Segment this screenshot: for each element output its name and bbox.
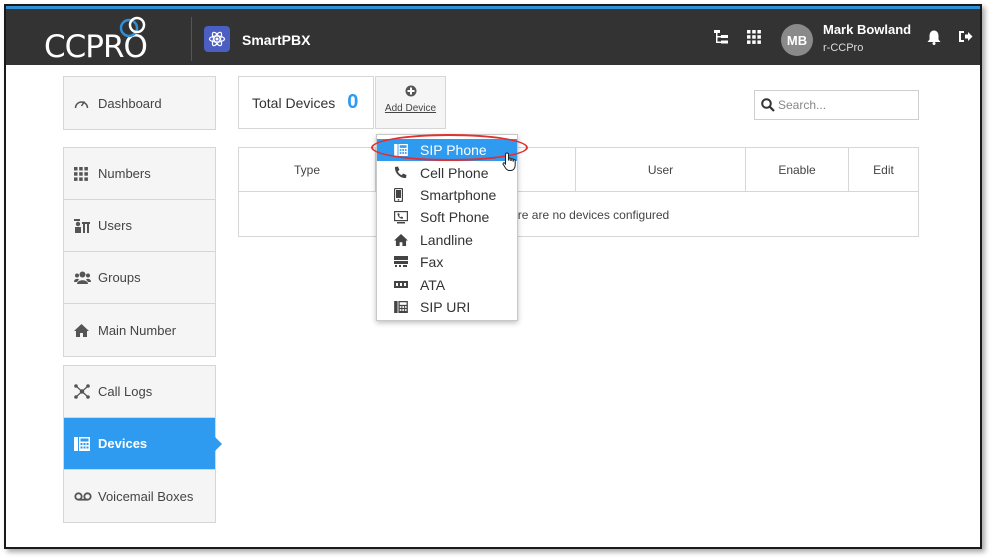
sidebar-item-main-number[interactable]: Main Number	[64, 304, 215, 356]
sidebar-item-call-logs[interactable]: Call Logs	[64, 366, 215, 418]
sip-uri-icon	[394, 300, 420, 313]
sidebar-item-label: Main Number	[98, 322, 177, 338]
column-type[interactable]: Type	[239, 148, 376, 191]
voicemail-icon	[74, 491, 96, 501]
group-icon	[74, 271, 96, 284]
bell-icon[interactable]	[927, 30, 941, 45]
sidebar-group-devices: Call Logs Devices Voicemail Boxes	[63, 365, 222, 523]
gauge-icon	[74, 97, 96, 110]
app-window: CCPRO SmartPBX MB Mark Bowland r-CCPro D…	[4, 4, 982, 549]
sidebar-item-label: Users	[98, 218, 132, 233]
logo-rings-icon	[119, 16, 146, 38]
sidebar-item-label: Numbers	[98, 166, 151, 181]
soft-phone-icon	[394, 210, 420, 224]
logout-icon[interactable]	[959, 30, 973, 43]
header-divider	[191, 17, 192, 61]
app-name[interactable]: SmartPBX	[242, 32, 310, 48]
sidebar-item-label: Call Logs	[98, 384, 153, 399]
menu-item-label: Fax	[420, 254, 444, 271]
total-devices-box: Total Devices 0	[238, 76, 374, 129]
table-header: Type ss User Enable Edit	[239, 148, 918, 192]
sidebar-item-label: Dashboard	[98, 95, 162, 111]
column-user[interactable]: User	[576, 148, 746, 191]
search-icon	[761, 98, 775, 112]
phone-handset-icon	[394, 166, 420, 179]
sidebar-item-users[interactable]: Users	[64, 200, 215, 252]
user-org: r-CCPro	[823, 42, 864, 54]
menu-item-smartphone[interactable]: Smartphone	[377, 184, 517, 206]
menu-item-landline[interactable]: Landline	[377, 229, 517, 251]
sidebar-item-label: Groups	[98, 270, 141, 285]
apps-grid-icon[interactable]	[747, 30, 761, 44]
sidebar-item-devices[interactable]: Devices	[64, 418, 222, 470]
fax-icon	[394, 256, 420, 268]
atom-icon[interactable]	[204, 26, 230, 52]
sidebar-item-label: Voicemail Boxes	[98, 488, 194, 504]
column-enable[interactable]: Enable	[746, 148, 849, 191]
menu-item-label: Smartphone	[420, 186, 497, 203]
sidebar-item-numbers[interactable]: Numbers	[64, 148, 215, 200]
sidebar-item-label: Devices	[98, 436, 148, 451]
menu-item-fax[interactable]: Fax	[377, 251, 517, 273]
user-name[interactable]: Mark Bowland	[823, 22, 911, 37]
add-device-button[interactable]: Add Device	[375, 76, 446, 129]
hand-cursor-icon	[502, 152, 516, 171]
smartphone-icon	[394, 187, 420, 202]
search-placeholder: Search...	[778, 98, 827, 112]
grid-icon	[74, 166, 96, 181]
add-device-label: Add Device	[384, 103, 437, 114]
ata-icon	[394, 281, 420, 289]
add-device-menu: SIP Phone Cell Phone Smartphone Soft Pho…	[376, 134, 518, 321]
menu-item-label: ATA	[420, 276, 446, 293]
menu-item-sip-uri[interactable]: SIP URI	[377, 296, 517, 318]
sip-phone-icon	[74, 436, 96, 451]
hierarchy-icon[interactable]	[714, 30, 728, 45]
devices-table: Type ss User Enable Edit re are no devic…	[238, 147, 919, 237]
menu-item-label: Landline	[420, 231, 473, 248]
avatar[interactable]: MB	[781, 24, 813, 56]
menu-item-soft-phone[interactable]: Soft Phone	[377, 206, 517, 228]
menu-item-label: SIP URI	[420, 298, 471, 315]
sidebar-group-dashboard: Dashboard	[63, 76, 216, 130]
menu-item-label: Soft Phone	[420, 209, 490, 226]
empty-table-message: re are no devices configured	[517, 207, 670, 222]
ccpro-logo[interactable]: CCPRO	[44, 15, 154, 65]
menu-item-ata[interactable]: ATA	[377, 273, 517, 295]
menu-item-label: Cell Phone	[420, 164, 489, 181]
sidebar-item-dashboard[interactable]: Dashboard	[64, 77, 215, 129]
search-input[interactable]: Search...	[754, 90, 919, 120]
sidebar-group-main: Numbers Users Groups Main Number	[63, 147, 216, 357]
sidebar-item-groups[interactable]: Groups	[64, 252, 215, 304]
total-devices-count: 0	[347, 91, 359, 113]
home-icon	[394, 233, 420, 246]
menu-item-cell-phone[interactable]: Cell Phone	[377, 161, 517, 183]
plus-circle-icon	[405, 85, 416, 97]
total-devices-label: Total Devices	[252, 94, 336, 111]
network-icon	[74, 384, 96, 399]
home-icon	[74, 323, 96, 337]
column-edit[interactable]: Edit	[849, 148, 918, 191]
sidebar-item-voicemail-boxes[interactable]: Voicemail Boxes	[64, 470, 215, 522]
top-bar: CCPRO SmartPBX MB Mark Bowland r-CCPro	[6, 6, 980, 65]
user-icon	[74, 218, 96, 233]
